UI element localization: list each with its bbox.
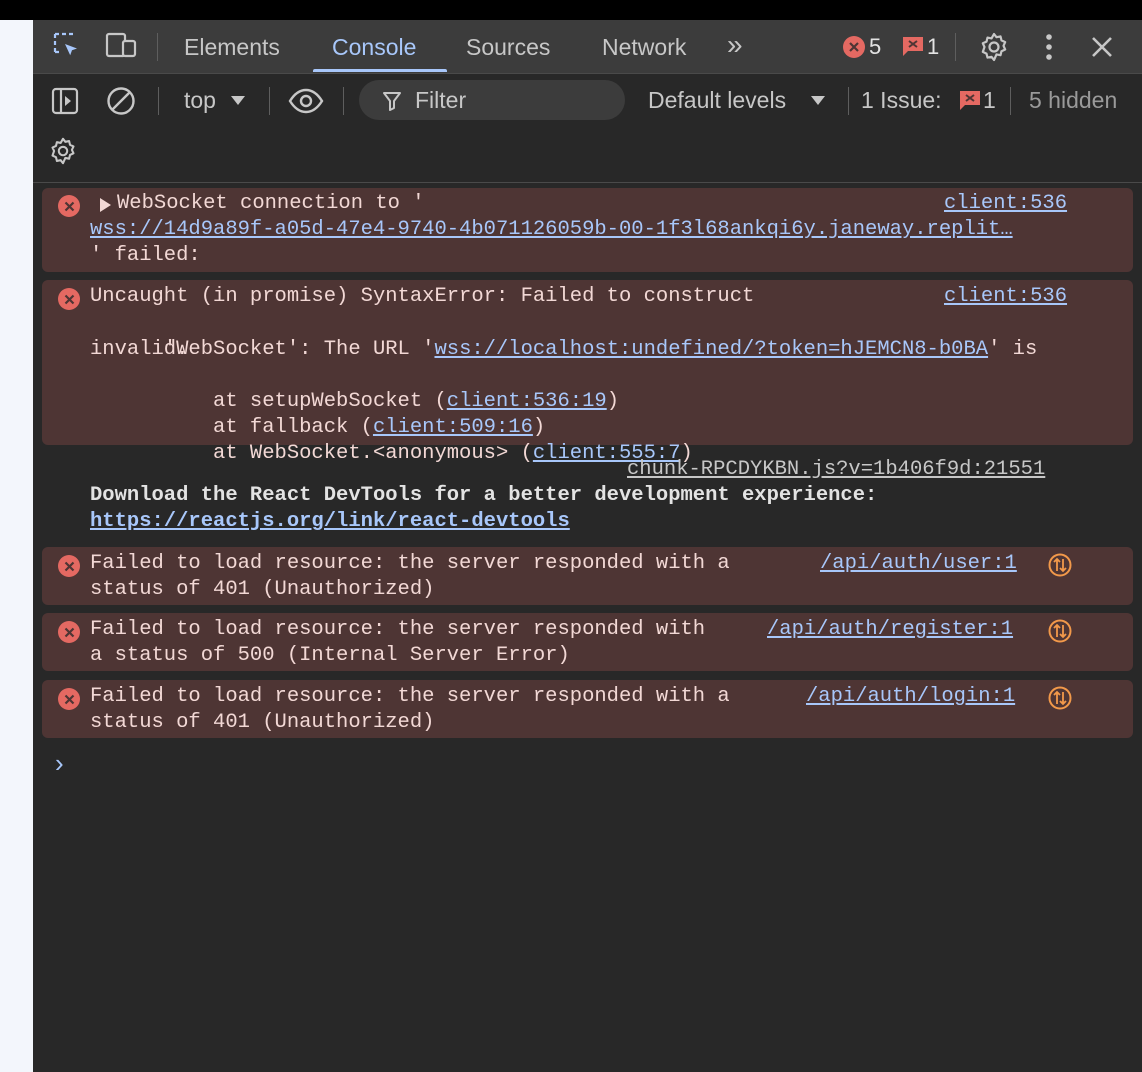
toolbar-divider	[1010, 87, 1011, 115]
issues-button-label[interactable]: 1 Issue:	[861, 86, 942, 114]
error-icon	[58, 688, 80, 710]
message-text: ' is	[988, 338, 1038, 361]
stack-frame-text: )	[606, 390, 620, 413]
context-selector-label[interactable]: top	[184, 86, 216, 114]
chevron-down-icon[interactable]	[810, 94, 826, 108]
console-error-message[interactable]: Failed to load resource: the server resp…	[42, 680, 1133, 738]
message-text: Failed to load resource: the server resp…	[90, 685, 730, 708]
message-text: ' failed:	[90, 244, 201, 267]
page-viewport-edge	[0, 20, 33, 1072]
active-tab-indicator	[313, 69, 447, 72]
error-icon	[58, 195, 80, 217]
live-expression-eye-icon[interactable]	[287, 86, 325, 116]
message-text: WebSocket connection to '	[117, 192, 425, 215]
message-text: Failed to load resource: the server resp…	[90, 552, 730, 575]
sidebar-toggle-icon[interactable]	[50, 86, 80, 116]
console-toolbar: top Filter Default levels 1 Issue: 1 5 h…	[33, 74, 1142, 183]
error-count-icon	[843, 36, 865, 58]
network-request-icon[interactable]	[1048, 553, 1072, 577]
message-text: Failed to load resource: the server resp…	[90, 618, 706, 641]
toolbar-divider	[269, 87, 270, 115]
source-link[interactable]: /api/auth/register:1	[767, 617, 1013, 643]
error-count[interactable]: 5	[869, 20, 881, 72]
console-prompt-chevron-icon: ›	[55, 748, 64, 778]
console-error-message[interactable]: Failed to load resource: the server resp…	[42, 547, 1133, 605]
log-levels-dropdown[interactable]: Default levels	[648, 86, 786, 114]
source-link[interactable]: client:536	[944, 284, 1067, 310]
tab-sources[interactable]: Sources	[466, 20, 550, 72]
source-link[interactable]: /api/auth/user:1	[820, 551, 1017, 577]
tab-network[interactable]: Network	[602, 20, 686, 72]
toolbar-divider	[848, 87, 849, 115]
source-link[interactable]: client:536	[944, 191, 1067, 217]
network-request-icon[interactable]	[1048, 686, 1072, 710]
toolbar-divider	[955, 33, 956, 61]
inspect-element-icon[interactable]	[51, 30, 83, 62]
console-settings-gear-icon[interactable]	[47, 135, 79, 167]
error-icon	[58, 555, 80, 577]
console-error-message[interactable]: Failed to load resource: the server resp…	[42, 613, 1133, 671]
console-error-message[interactable]: Uncaught (in promise) SyntaxError: Faile…	[42, 280, 1133, 465]
message-text: status of 401 (Unauthorized)	[90, 578, 435, 601]
toolbar-divider	[343, 87, 344, 115]
message-text: a status of 500 (Internal Server Error)	[90, 644, 570, 667]
websocket-url-link[interactable]: wss://localhost:undefined/?token=hJEMCN8…	[434, 338, 988, 361]
issue-flag-icon	[901, 35, 925, 57]
more-tabs-button[interactable]: »	[727, 20, 743, 72]
message-text: 'WebSocket': The URL '	[163, 338, 435, 361]
message-text: Uncaught (in promise) SyntaxError: Faile…	[90, 285, 755, 308]
more-options-icon[interactable]	[1035, 30, 1063, 64]
error-icon	[58, 621, 80, 643]
hidden-messages-count: 5 hidden	[1029, 87, 1118, 113]
filter-input[interactable]: Filter	[359, 80, 625, 120]
source-link[interactable]: chunk-RPCDYKBN.js?v=1b406f9d:21551	[627, 457, 1045, 483]
close-icon[interactable]	[1087, 32, 1117, 62]
tab-console[interactable]: Console	[332, 20, 416, 72]
message-text: invalid.	[90, 338, 189, 361]
console-error-message[interactable]: WebSocket connection to ' client:536 wss…	[42, 188, 1133, 272]
console-input[interactable]	[81, 752, 1121, 782]
issues-count[interactable]: 1	[983, 86, 996, 114]
main-toolbar: Elements Console Sources Network » 5 1	[33, 20, 1142, 74]
message-text: Download the React DevTools for a better…	[90, 484, 878, 507]
source-link[interactable]: /api/auth/login:1	[806, 684, 1015, 710]
network-request-icon[interactable]	[1048, 619, 1072, 643]
toolbar-divider	[157, 33, 158, 61]
message-text: status of 401 (Unauthorized)	[90, 711, 435, 734]
device-toolbar-icon[interactable]	[105, 30, 139, 62]
websocket-url-link[interactable]: wss://14d9a89f-a05d-47e4-9740-4b07112605…	[90, 217, 1013, 243]
tab-elements[interactable]: Elements	[184, 20, 280, 72]
settings-gear-icon[interactable]	[977, 30, 1011, 64]
react-devtools-link[interactable]: https://reactjs.org/link/react-devtools	[90, 509, 570, 535]
console-info-message[interactable]: chunk-RPCDYKBN.js?v=1b406f9d:21551 Downl…	[42, 453, 1133, 538]
issue-count[interactable]: 1	[927, 20, 939, 72]
devtools-panel: Elements Console Sources Network » 5 1 t…	[33, 20, 1142, 1072]
filter-funnel-icon	[381, 90, 403, 112]
filter-placeholder: Filter	[415, 87, 467, 113]
error-icon	[58, 288, 80, 310]
toolbar-divider	[158, 87, 159, 115]
clear-console-icon[interactable]	[105, 85, 137, 117]
expand-triangle-icon[interactable]	[98, 196, 112, 214]
chevron-down-icon[interactable]	[230, 94, 246, 108]
issue-flag-icon	[958, 89, 982, 111]
